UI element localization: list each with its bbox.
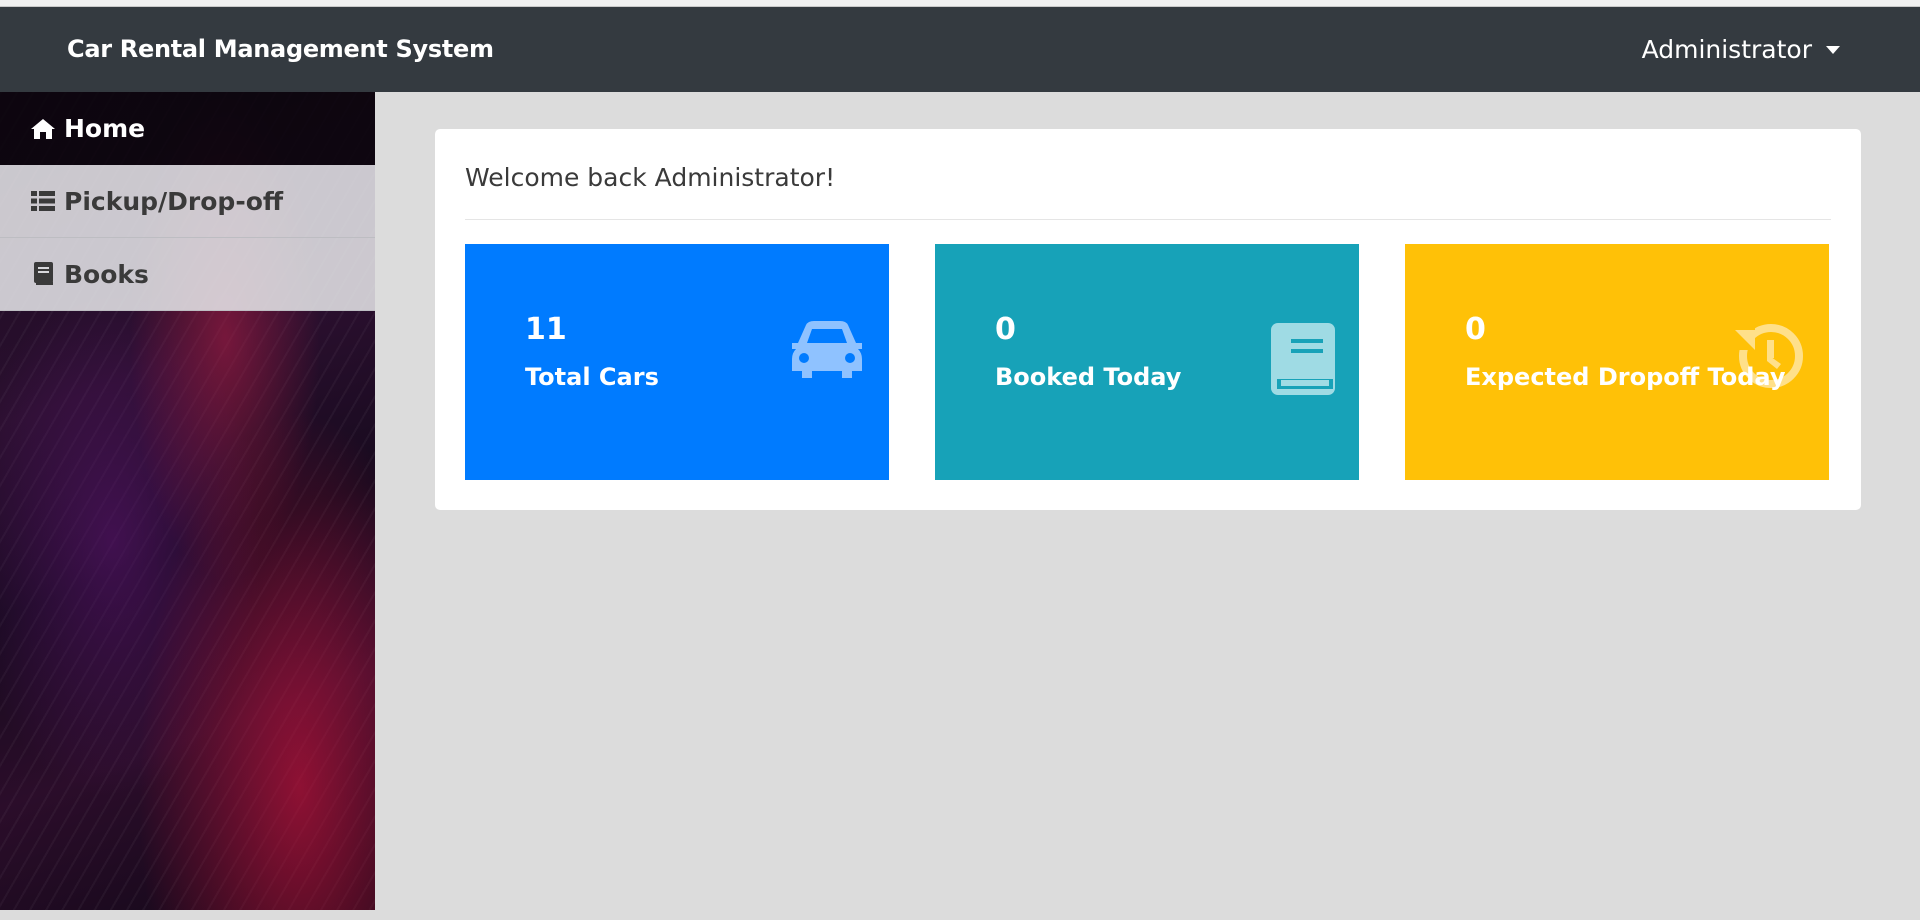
divider	[465, 219, 1831, 220]
sidebar-item-label: Home	[64, 114, 146, 143]
book-icon	[1271, 323, 1335, 401]
dashboard-card: Welcome back Administrator! 11 Total Car…	[435, 129, 1861, 510]
sidebar-item-pickup-dropoff[interactable]: Pickup/Drop-off	[0, 165, 375, 238]
sidebar-item-label: Books	[64, 259, 149, 289]
stat-value: 0	[995, 312, 1016, 347]
stat-card-total-cars[interactable]: 11 Total Cars	[465, 244, 889, 480]
sidebar-item-books[interactable]: Books	[0, 238, 375, 311]
stat-label: Total Cars	[525, 363, 659, 391]
browser-top-strip	[0, 0, 1920, 7]
car-icon	[790, 321, 864, 383]
list-icon	[30, 188, 56, 214]
app-brand[interactable]: Car Rental Management System	[67, 7, 494, 92]
sidebar-item-label: Pickup/Drop-off	[64, 186, 284, 216]
stat-card-expected-dropoff[interactable]: 0 Expected Dropoff Today	[1405, 244, 1829, 480]
stat-card-booked-today[interactable]: 0 Booked Today	[935, 244, 1359, 480]
welcome-message: Welcome back Administrator!	[465, 163, 836, 192]
home-icon	[30, 116, 56, 142]
user-menu-dropdown[interactable]: Administrator	[1642, 7, 1840, 92]
book-icon	[30, 261, 56, 287]
stat-label: Booked Today	[995, 363, 1182, 391]
stat-value: 11	[525, 312, 567, 347]
user-menu-label: Administrator	[1641, 35, 1812, 64]
stat-value: 0	[1465, 312, 1486, 347]
top-navbar: Car Rental Management System Administrat…	[0, 7, 1920, 92]
caret-down-icon	[1826, 45, 1840, 54]
stat-label: Expected Dropoff Today	[1465, 363, 1786, 391]
sidebar-item-home[interactable]: Home	[0, 92, 375, 165]
sidebar: Home Pickup/Drop-off Books	[0, 92, 375, 910]
